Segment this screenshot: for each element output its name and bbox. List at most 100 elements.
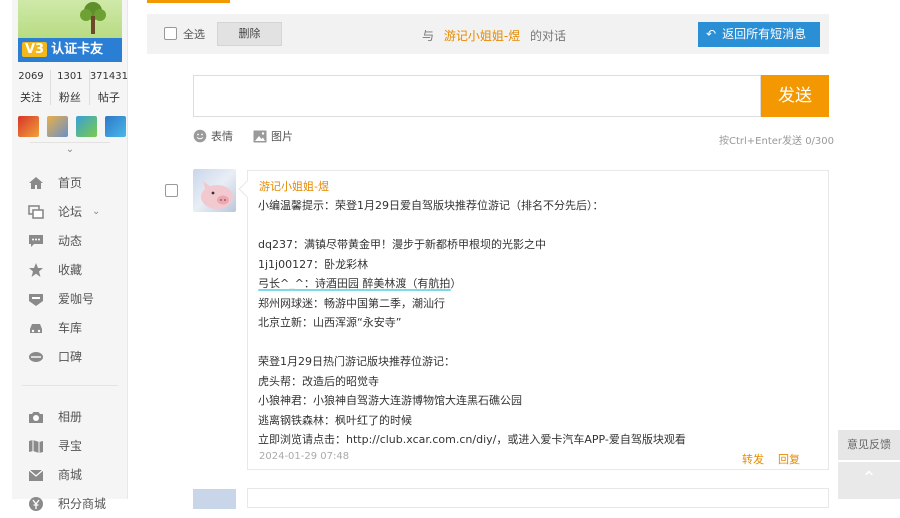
message-line: 北京立新：山西浑源“永安寺” (258, 316, 402, 329)
image-label: 图片 (271, 130, 293, 143)
select-all-checkbox[interactable] (164, 27, 177, 40)
conversation-toolbar: 全选 删除 与 游记小姐姐-煜 的对话 ↶ 返回所有短消息 (147, 14, 829, 54)
user-avatar[interactable]: V3 认证卡友 (18, 0, 122, 62)
stat-label: 帖子 (97, 91, 120, 104)
camera-icon (28, 409, 44, 425)
star-icon (28, 262, 44, 278)
yen-icon (28, 496, 44, 512)
sidebar: V3 认证卡友 2069 关注 1301 粉丝 371431 帖子 ⌄ 首页 论… (12, 0, 128, 511)
sidebar-item-mall[interactable]: 商城 (12, 460, 128, 489)
home-icon (28, 175, 44, 191)
sidebar-item-label: 寻宝 (58, 439, 83, 453)
delete-button[interactable]: 删除 (217, 22, 282, 46)
feedback-button[interactable]: 意见反馈 (838, 430, 900, 460)
message-line: 郑州网球迷：畅游中国第二季，潮汕行 (258, 296, 445, 310)
sidebar-item-treasure[interactable]: 寻宝 (12, 431, 128, 460)
sidebar-item-garage[interactable]: 车库 (12, 313, 128, 342)
message-input[interactable] (193, 75, 761, 117)
mouth-icon (28, 349, 44, 365)
stat-number: 2069 (18, 71, 44, 82)
stat-number: 1301 (57, 71, 83, 82)
aika-icon (28, 291, 44, 307)
emoji-icon (193, 129, 207, 143)
back-to-messages-button[interactable]: ↶ 返回所有短消息 (698, 22, 820, 47)
car-icon (28, 320, 44, 336)
user-stats: 2069 关注 1301 粉丝 371431 帖子 (12, 70, 128, 105)
char-counter: 按Ctrl+Enter发送 0/300 (719, 136, 835, 147)
sidebar-item-reviews[interactable]: 口碑 (12, 342, 128, 371)
back-to-top-button[interactable]: ⌃ (838, 462, 900, 499)
stat-follow[interactable]: 2069 关注 (12, 70, 51, 105)
sidebar-item-label: 相册 (58, 410, 83, 424)
stat-number: 371431 (89, 71, 128, 82)
verify-badge: V3 认证卡友 (18, 38, 122, 62)
nav-divider (22, 371, 118, 386)
verify-level: V3 (22, 42, 48, 57)
sidebar-item-favorites[interactable]: 收藏 (12, 255, 128, 284)
bubble-arrow (238, 180, 256, 198)
reply-link[interactable]: 回复 (778, 453, 800, 466)
message-line: 1j1j00127：卧龙彩林 (258, 257, 369, 271)
verify-label: 认证卡友 (51, 42, 104, 57)
send-button[interactable]: 发送 (761, 75, 829, 117)
conversation-prefix: 与 (422, 29, 435, 43)
conversation-suffix: 的对话 (530, 29, 567, 43)
sidebar-item-points-mall[interactable]: 积分商城 (12, 489, 128, 518)
sidebar-item-activity[interactable]: 动态 (12, 226, 128, 255)
medal-icon[interactable] (18, 116, 39, 137)
pig-avatar-icon (201, 181, 233, 209)
sidebar-item-label: 口碑 (58, 350, 83, 364)
sidebar-item-home[interactable]: 首页 (12, 168, 128, 197)
sidebar-item-album[interactable]: 相册 (12, 402, 128, 431)
conversation-title: 与 游记小姐姐-煜 的对话 (422, 27, 566, 44)
emoji-button[interactable]: 表情 (193, 128, 233, 144)
mail-icon (28, 467, 44, 483)
select-all-label[interactable]: 全选 (183, 26, 205, 42)
sidebar-item-label: 爱咖号 (58, 292, 95, 306)
message-checkbox[interactable] (165, 184, 178, 197)
sidebar-item-label: 动态 (58, 234, 83, 248)
message-line (258, 333, 818, 353)
message-line: 立即浏览请点击：http://club.xcar.com.cn/diy/，或进入… (258, 433, 686, 446)
sender-name-link[interactable]: 游记小姐姐-煜 (259, 178, 329, 194)
highlight-underline (258, 289, 451, 291)
sidebar-item-label: 首页 (58, 176, 83, 190)
message-panel: 全选 删除 与 游记小姐姐-煜 的对话 ↶ 返回所有短消息 发送 表情 图片 按C… (147, 0, 847, 509)
message-timestamp: 2024-01-29 07:48 (259, 451, 350, 462)
activity-icon (28, 233, 44, 249)
forward-link[interactable]: 转发 (742, 453, 764, 466)
message-actions: 转发 回复 (742, 451, 814, 467)
sidebar-item-label: 商城 (58, 468, 83, 482)
stat-posts[interactable]: 371431 帖子 (90, 70, 128, 105)
sender-avatar[interactable] (193, 169, 236, 212)
map-icon (28, 438, 44, 454)
image-icon (253, 130, 267, 142)
chevron-down-icon[interactable]: ⌄ (30, 142, 110, 158)
sidebar-nav: 首页 论坛 ⌄ 动态 收藏 爱咖号 车库 口碑 相册 寻宝 商城 积分商城 (12, 168, 128, 518)
medal-icon[interactable] (76, 116, 97, 137)
compose-tools: 表情 图片 (193, 128, 307, 144)
conversation-partner-link[interactable]: 游记小姐姐-煜 (444, 29, 520, 43)
message-line: 荣登1月29日热门游记版块推荐位游记： (258, 355, 455, 368)
medal-icon[interactable] (105, 116, 126, 137)
message-line: 小狼神君：小狼神自驾游大连游博物馆大连黑石礁公园 (258, 394, 522, 407)
image-button[interactable]: 图片 (253, 128, 293, 144)
emoji-label: 表情 (211, 130, 233, 143)
forum-icon (28, 204, 44, 220)
sidebar-item-label: 论坛 (58, 205, 83, 219)
sidebar-item-label: 车库 (58, 321, 83, 335)
next-message-bubble (247, 488, 829, 508)
next-message-avatar[interactable] (193, 489, 236, 509)
stat-fans[interactable]: 1301 粉丝 (51, 70, 90, 105)
sidebar-item-forum[interactable]: 论坛 ⌄ (12, 197, 128, 226)
sidebar-item-label: 收藏 (58, 263, 83, 277)
medal-list (18, 116, 126, 137)
message-line: 小编温馨提示：荣登1月29日爱自驾版块推荐位游记（排名不分先后）： (258, 199, 604, 212)
chevron-down-icon[interactable]: ⌄ (92, 206, 100, 217)
medal-icon[interactable] (47, 116, 68, 137)
return-icon: ↶ (706, 27, 717, 41)
stat-label: 关注 (19, 91, 42, 104)
sidebar-item-aika[interactable]: 爱咖号 (12, 284, 128, 313)
message-body: 小编温馨提示：荣登1月29日爱自驾版块推荐位游记（排名不分先后）： dq237：… (258, 196, 818, 450)
arrow-up-icon: ⌃ (861, 468, 877, 489)
